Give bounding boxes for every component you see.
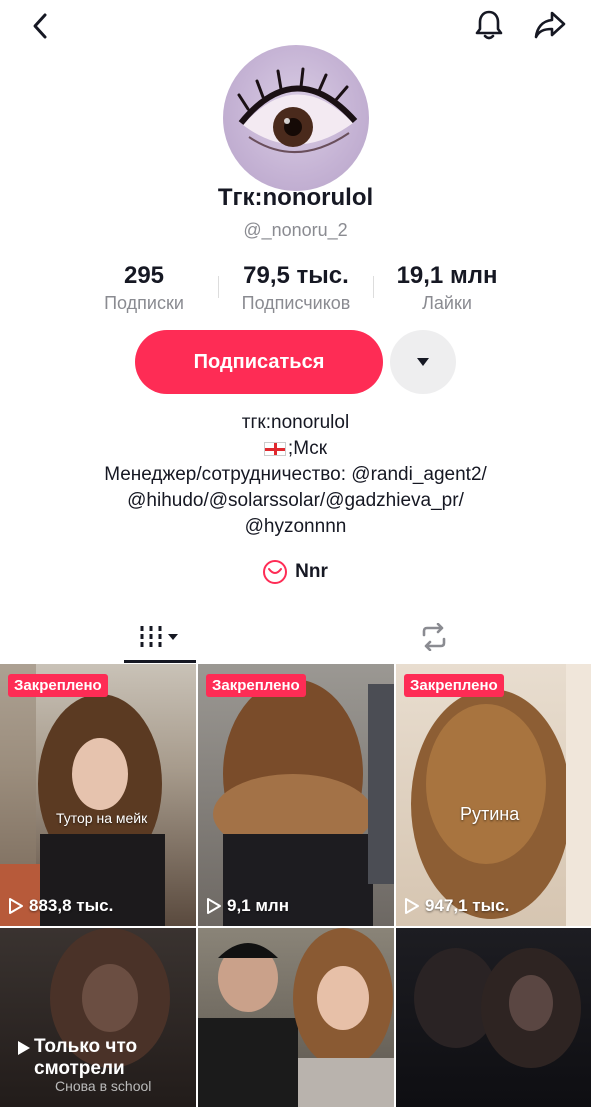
stats-divider: [218, 276, 219, 298]
video-thumbnail[interactable]: [396, 928, 591, 1107]
bio-line: @hyzonnnn: [244, 516, 347, 537]
chevron-left-icon: [33, 13, 47, 39]
tab-reposts[interactable]: [398, 610, 470, 664]
play-icon: [207, 898, 221, 914]
likes-label: Лайки: [422, 293, 472, 313]
username: @_nonoru_2: [243, 220, 348, 240]
following-count: 295: [123, 262, 165, 289]
top-bar: [0, 0, 591, 48]
avatar-eye-image: [237, 67, 358, 154]
tab-videos[interactable]: [124, 610, 196, 664]
caret-down-icon: [417, 358, 429, 366]
bio-line: тгк:nonorulol: [241, 412, 350, 433]
active-tab-indicator: [124, 660, 196, 663]
bio-line: ;Мск: [0, 436, 591, 462]
just-watched-indicator: Только что смотрели: [18, 1036, 137, 1080]
share-button[interactable]: [530, 6, 570, 44]
bio-line: Менеджер/сотрудничество: @randi_agent2/: [104, 464, 487, 485]
stat-likes[interactable]: 19,1 млн Лайки: [386, 262, 508, 314]
view-count: 9,1 млн: [206, 896, 289, 916]
grid-videos-icon: [140, 626, 178, 648]
stat-following[interactable]: 295 Подписки: [96, 262, 192, 314]
avatar[interactable]: [223, 45, 369, 191]
video-thumbnail[interactable]: Закреплено 9,1 млн: [198, 664, 394, 926]
georgia-flag-icon: [263, 441, 286, 456]
pinned-badge: Закреплено: [8, 674, 108, 697]
view-count: 947,1 тыс.: [404, 896, 509, 916]
content-tabs: [0, 610, 591, 664]
link-chat-icon: [263, 560, 288, 584]
followers-label: Подписчиков: [241, 293, 351, 313]
video-preview-image: [198, 928, 394, 1107]
view-count: 883,8 тыс.: [8, 896, 113, 916]
video-preview-image: [414, 948, 581, 1068]
profile-link[interactable]: Nnr: [0, 560, 591, 584]
share-arrow-icon: [534, 11, 566, 39]
following-label: Подписки: [104, 293, 184, 313]
follow-button[interactable]: Подписаться: [135, 330, 383, 394]
video-thumbnail[interactable]: Закреплено Тутор на мейк 883,8 тыс.: [0, 664, 196, 926]
bio-line: @hihudo/@solarssolar/@gadzhieva_pr/: [127, 490, 464, 511]
likes-count: 19,1 млн: [396, 262, 498, 289]
video-preview-image: [213, 679, 394, 926]
video-preview-image: [411, 664, 591, 926]
bell-icon: [475, 10, 503, 40]
stats-divider: [373, 276, 374, 298]
pinned-badge: Закреплено: [206, 674, 306, 697]
more-suggestions-button[interactable]: [390, 330, 456, 394]
video-caption: Тутор на мейк: [56, 810, 148, 826]
video-caption: Рутина: [460, 804, 520, 824]
video-thumbnail[interactable]: Закреплено Рутина 947,1 тыс.: [396, 664, 591, 926]
back-button[interactable]: [22, 8, 58, 44]
video-preview-image: [0, 664, 165, 926]
play-icon: [9, 898, 23, 914]
followers-count: 79,5 тыс.: [243, 262, 349, 289]
notification-bell-button[interactable]: [470, 6, 508, 44]
video-thumbnail[interactable]: [198, 928, 394, 1107]
play-filled-icon: [18, 1041, 30, 1055]
profile-link-label: Nnr: [295, 561, 328, 582]
stat-followers[interactable]: 79,5 тыс. Подписчиков: [226, 262, 366, 314]
bio: тгк:nonorulol ;Мск Менеджер/сотрудничест…: [0, 410, 591, 540]
repost-icon: [422, 623, 446, 651]
just-watched-subtitle: Снова в school: [55, 1078, 152, 1094]
display-name: Тгк:nonorulol: [217, 184, 374, 211]
pinned-badge: Закреплено: [404, 674, 504, 697]
stats-row: 295 Подписки 79,5 тыс. Подписчиков 19,1 …: [0, 262, 591, 314]
play-icon: [405, 898, 419, 914]
